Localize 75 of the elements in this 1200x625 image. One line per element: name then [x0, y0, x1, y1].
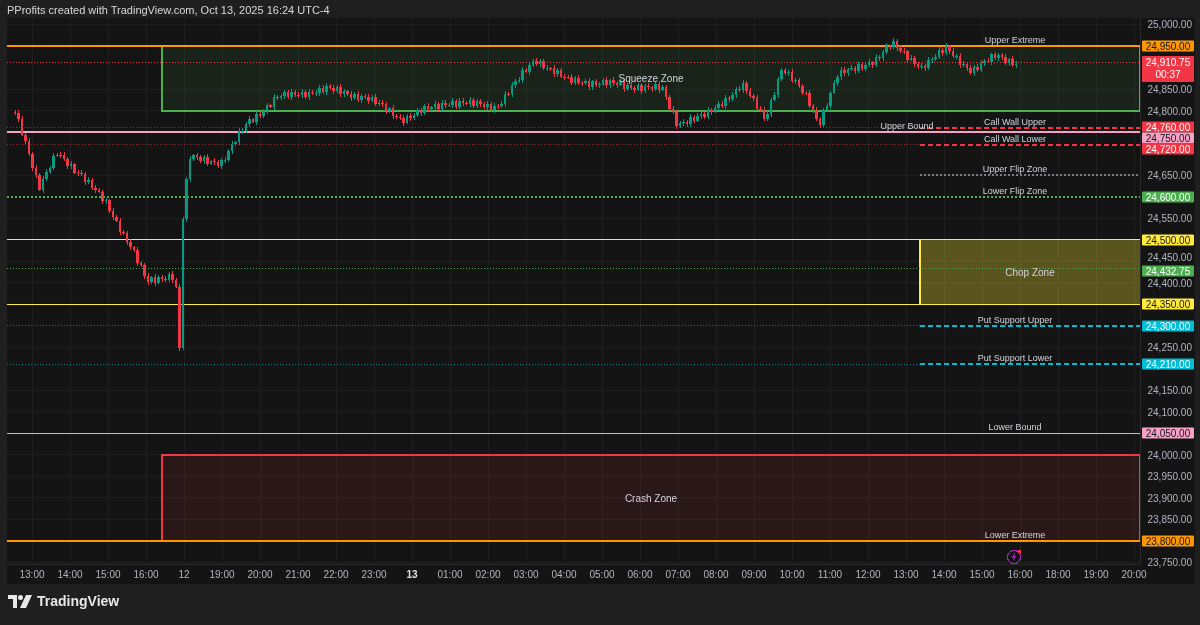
time-axis-label: 08:00: [702, 568, 730, 582]
time-axis-label: 13:00: [18, 568, 46, 582]
price-tag: 24,350.00: [1142, 298, 1194, 310]
time-axis-label: 19:00: [1082, 568, 1110, 582]
time-axis-label: 12: [177, 568, 191, 582]
level-label: Upper Bound: [880, 121, 934, 132]
time-axis-label: 01:00: [436, 568, 464, 582]
price-tag: 24,050.00: [1142, 427, 1194, 439]
price-axis-label: 24,400.00: [1147, 277, 1192, 289]
price-tag: 24,300.00: [1142, 320, 1194, 332]
time-axis-label: 19:00: [208, 568, 236, 582]
zone-label: Chop Zone: [1005, 266, 1055, 278]
price-tag: 24,720.00: [1142, 143, 1194, 155]
time-axis-label: 09:00: [740, 568, 768, 582]
price-axis-label: 24,650.00: [1147, 169, 1192, 181]
last-price-tag: 24,910.75 00:37: [1142, 55, 1194, 82]
time-axis-label: 03:00: [512, 568, 540, 582]
time-axis-label: 07:00: [664, 568, 692, 582]
price-axis-label: 23,750.00: [1147, 556, 1192, 568]
price-axis-label: 24,150.00: [1147, 384, 1192, 396]
time-axis-label: 20:00: [246, 568, 274, 582]
time-axis-label: 23:00: [360, 568, 388, 582]
brand-name: TradingView: [37, 593, 120, 609]
price-axis-label: 24,000.00: [1147, 449, 1192, 461]
price-axis-label: 25,000.00: [1147, 18, 1192, 30]
time-axis-label: 13:00: [892, 568, 920, 582]
logo-icon: [8, 594, 32, 608]
price-axis-label: 24,800.00: [1147, 105, 1192, 117]
price-axis-label: 24,450.00: [1147, 251, 1192, 263]
price-axis-label: 23,850.00: [1147, 513, 1192, 525]
price-tag: 24,500.00: [1142, 234, 1194, 246]
level-label: Call Wall Lower: [983, 134, 1047, 144]
time-axis-label: 04:00: [550, 568, 578, 582]
price-axis-label: 24,100.00: [1147, 406, 1192, 418]
price-tag: 24,760.00: [1142, 121, 1194, 133]
time-axis-label: 21:00: [284, 568, 312, 582]
level-label: Lower Bound: [988, 422, 1042, 433]
level-label: Lower Extreme: [984, 529, 1046, 540]
chart-caption: PProfits created with TradingView.com, Oct 13, 2025 16:24 UTC-4: [6, 3, 331, 18]
price-tag: 24,432.75: [1142, 265, 1194, 277]
time-axis-label: 15:00: [968, 568, 996, 582]
price-tag: 23,800.00: [1142, 535, 1194, 547]
time-axis-label: 20:00: [1120, 568, 1148, 582]
level-label: Lower Flip Zone: [982, 185, 1048, 196]
time-axis-label: 15:00: [94, 568, 122, 582]
time-axis-label: 16:00: [1006, 568, 1034, 582]
price-axis-label: 23,950.00: [1147, 470, 1192, 482]
time-axis-label: 12:00: [854, 568, 882, 582]
time-axis-label: 05:00: [588, 568, 616, 582]
zone-label: Squeeze Zone: [618, 72, 684, 84]
price-axis-label: 24,550.00: [1147, 212, 1192, 224]
time-axis-label: 11:00: [816, 568, 844, 582]
time-axis-label: 22:00: [322, 568, 350, 582]
level-label: Put Support Lower: [977, 353, 1053, 364]
time-axis-label: 10:00: [778, 568, 806, 582]
time-axis-label: 06:00: [626, 568, 654, 582]
price-tag: 24,210.00: [1142, 359, 1194, 370]
level-label: Upper Extreme: [984, 35, 1046, 45]
price-axis-label: 24,250.00: [1147, 341, 1192, 353]
time-axis-label: 14:00: [56, 568, 84, 582]
time-axis-label: 16:00: [132, 568, 160, 582]
level-label: Upper Flip Zone: [982, 164, 1048, 175]
price-tag: 24,950.00: [1142, 40, 1194, 52]
time-axis-label: 02:00: [474, 568, 502, 582]
time-axis-label: 14:00: [930, 568, 958, 582]
price-tag: 24,600.00: [1142, 191, 1194, 203]
price-axis-label: 24,850.00: [1147, 83, 1192, 95]
level-label: Put Support Upper: [977, 314, 1053, 325]
zone-label: Crash Zone: [624, 492, 678, 504]
level-label: Call Wall Upper: [983, 116, 1047, 127]
lightning-icon[interactable]: [1006, 548, 1023, 564]
price-tag: 24,750.00: [1142, 132, 1194, 144]
price-axis-label: 23,900.00: [1147, 492, 1192, 504]
time-axis-label: 13: [405, 568, 419, 582]
time-axis-label: 18:00: [1044, 568, 1072, 582]
